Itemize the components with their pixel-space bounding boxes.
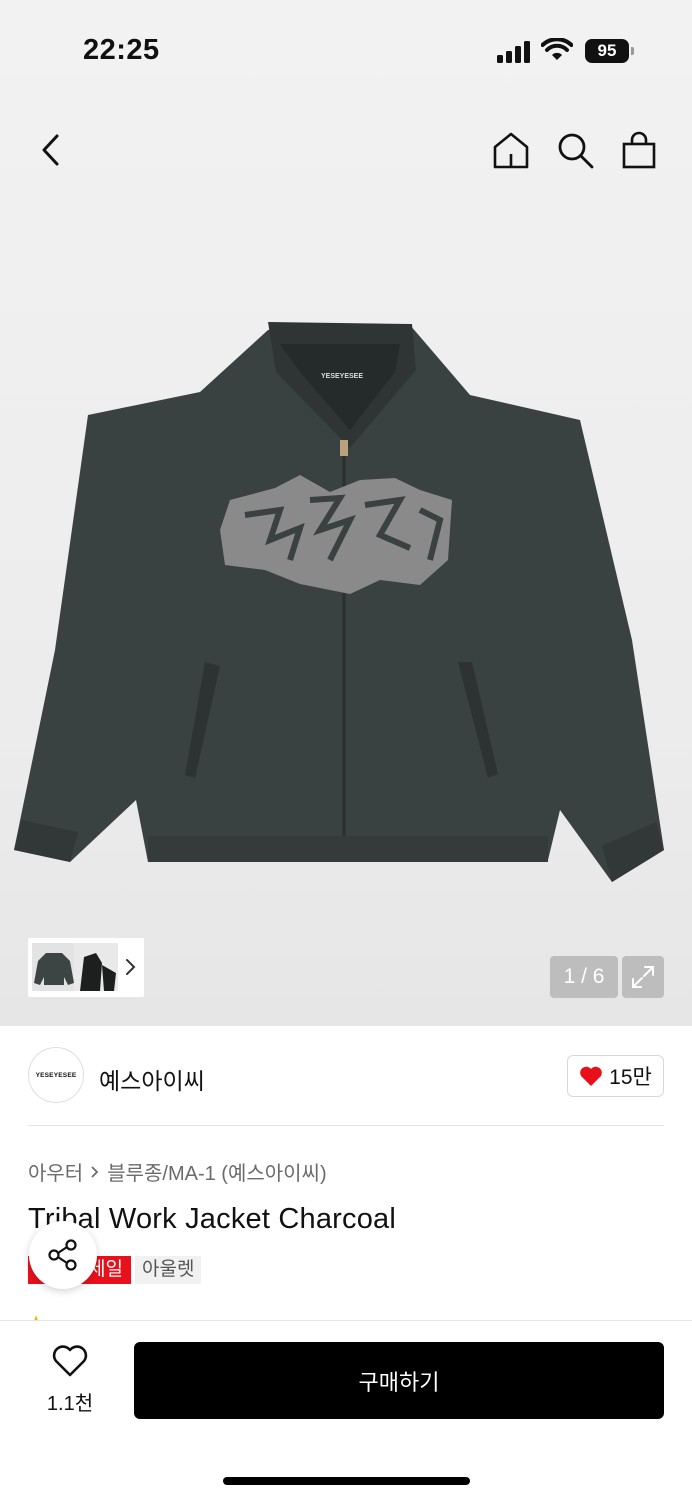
home-indicator — [223, 1477, 470, 1485]
breadcrumb-category[interactable]: 아우터 — [28, 1157, 83, 1186]
back-button[interactable] — [28, 128, 72, 172]
expand-button[interactable] — [622, 956, 664, 998]
cellular-signal-icon — [497, 41, 530, 63]
heart-outline-icon — [52, 1345, 88, 1377]
brand-like-button[interactable]: 15만 — [567, 1055, 664, 1097]
share-button[interactable] — [29, 1221, 97, 1289]
wifi-icon — [541, 38, 573, 60]
breadcrumb: 아우터 블루종/MA-1 (예스아이씨) — [28, 1157, 327, 1186]
home-icon — [493, 132, 529, 169]
jacket-label: YESEYESEE — [321, 373, 363, 380]
wishlist-button[interactable]: 1.1천 — [36, 1344, 104, 1415]
brand-name[interactable]: 예스아이씨 — [99, 1062, 205, 1096]
shopping-bag-button[interactable] — [617, 128, 661, 172]
battery-level: 95 — [585, 39, 629, 63]
product-image[interactable]: YESEYESEE — [0, 300, 692, 900]
image-counter: 1 / 6 — [550, 956, 618, 998]
battery-icon: 95 — [585, 39, 635, 63]
status-bar: 22:25 95 — [0, 0, 692, 100]
thumbnail-strip[interactable] — [28, 938, 144, 997]
share-icon — [48, 1239, 77, 1271]
brand-logo[interactable]: YESEYESEE — [28, 1047, 84, 1103]
chevron-right-icon — [126, 959, 136, 975]
search-icon — [558, 133, 594, 169]
shopping-bag-icon — [622, 131, 656, 169]
brand-like-count: 15만 — [609, 1066, 652, 1089]
chevron-right-icon — [91, 1165, 99, 1178]
wishlist-count: 1.1천 — [46, 1393, 94, 1415]
thumbnail-front[interactable] — [32, 943, 76, 991]
buy-button[interactable]: 구매하기 — [134, 1342, 664, 1419]
expand-icon — [632, 966, 654, 988]
outlet-tag: 아울렛 — [135, 1256, 202, 1284]
brand-logo-text: YESEYESEE — [35, 1071, 77, 1079]
chevron-left-icon — [42, 134, 59, 166]
thumbnail-model[interactable] — [74, 943, 118, 991]
breadcrumb-subcategory[interactable]: 블루종/MA-1 (예스아이씨) — [107, 1157, 326, 1186]
status-time: 22:25 — [83, 34, 160, 66]
home-button[interactable] — [489, 128, 533, 172]
heart-filled-icon — [580, 1066, 602, 1086]
search-button[interactable] — [553, 128, 597, 172]
divider — [28, 1125, 664, 1126]
